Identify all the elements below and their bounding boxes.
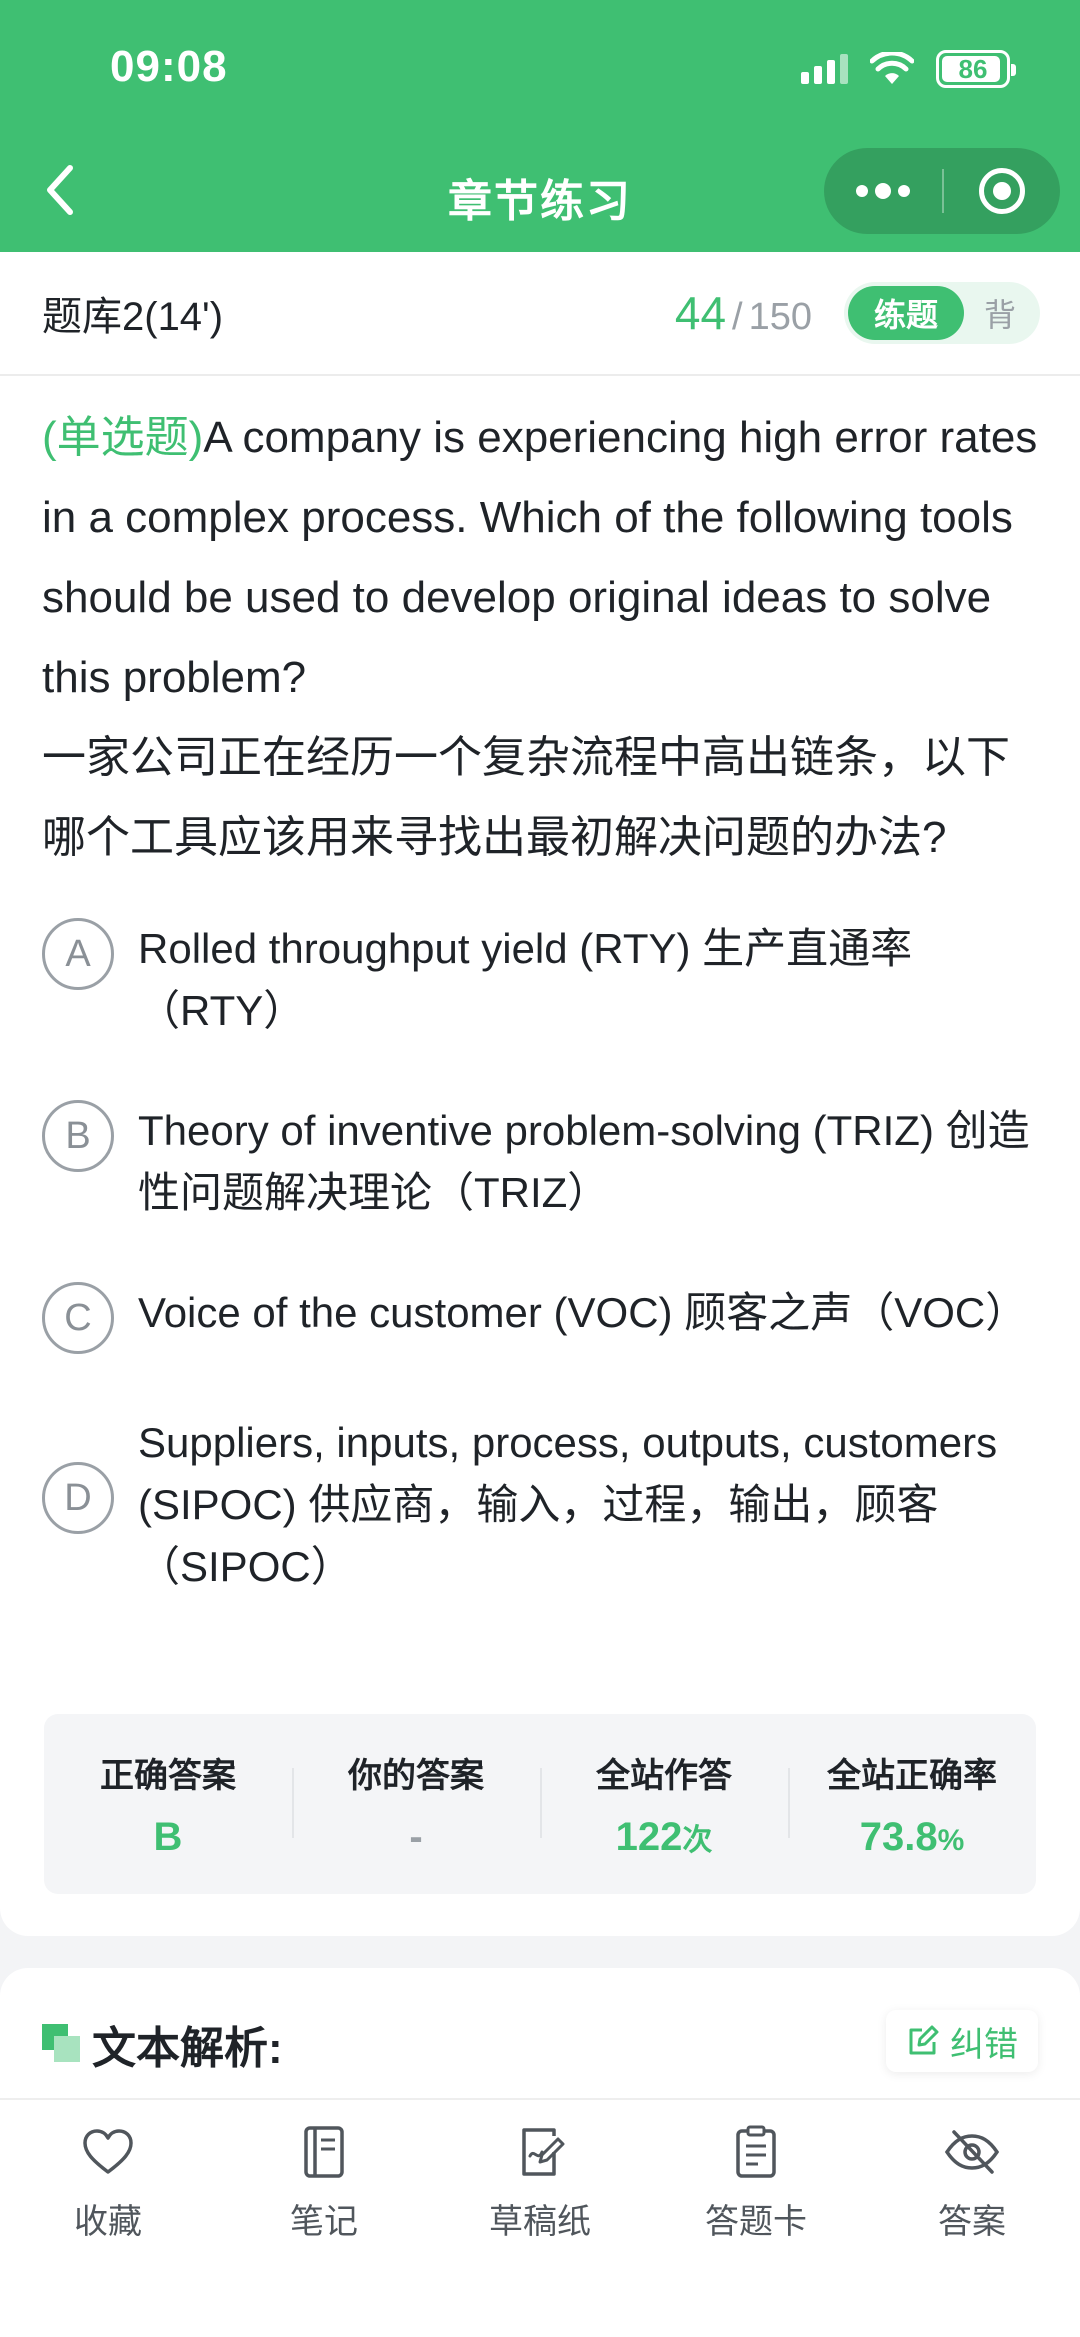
clipboard-icon	[736, 2125, 776, 2178]
cellular-signal-icon	[801, 54, 848, 84]
app-header: 09:08 86 章节练习	[0, 0, 1080, 252]
section-marker-icon	[42, 2024, 82, 2064]
stat-correct-answer: 正确答案 B	[44, 1748, 292, 1860]
eye-off-icon	[944, 2130, 1000, 2174]
option-letter: A	[42, 918, 114, 990]
stat-your-answer: 你的答案 -	[292, 1748, 540, 1860]
question-subheader: 题库2(14') 44 / 150 练题 背	[0, 252, 1080, 376]
notebook-icon	[304, 2126, 344, 2178]
your-answer-value: -	[409, 1815, 423, 1859]
question-progress[interactable]: 44 / 150	[675, 286, 812, 340]
close-miniprogram-button[interactable]	[944, 148, 1060, 234]
answer-options: A Rolled throughput yield (RTY) 生产直通率（RT…	[0, 918, 1080, 1598]
accuracy-unit: %	[937, 1824, 965, 1857]
attempts-unit: 次	[682, 1824, 713, 1857]
tab-label: 收藏	[74, 2203, 142, 2241]
tab-label: 草稿纸	[489, 2203, 591, 2241]
status-icons: 86	[801, 50, 1016, 88]
mode-toggle: 练题 背	[844, 282, 1040, 344]
correct-answer-value: B	[153, 1815, 183, 1859]
question-bank-title: 题库2(14')	[42, 295, 224, 339]
target-icon	[979, 168, 1025, 214]
option-letter: C	[42, 1282, 114, 1354]
more-dot-icon	[875, 183, 891, 199]
wifi-icon	[870, 52, 914, 84]
attempts-number: 122	[615, 1815, 683, 1859]
question-text-zh: 一家公司正在经历一个复杂流程中高出链条，以下哪个工具应该用来寻找出最初解决问题的…	[42, 733, 1010, 862]
tab-scratch-paper[interactable]: 草稿纸	[450, 2122, 630, 2337]
stat-label: 全站作答	[596, 1757, 732, 1795]
option-a[interactable]: A Rolled throughput yield (RTY) 生产直通率（RT…	[0, 918, 1080, 1042]
tab-favorite[interactable]: 收藏	[18, 2122, 198, 2337]
site-attempts-value: 122次	[540, 1815, 788, 1860]
battery-icon: 86	[936, 50, 1016, 88]
heart-icon	[83, 2129, 133, 2174]
accuracy-number: 73.8	[859, 1815, 938, 1859]
stat-site-accuracy: 全站正确率 73.8%	[788, 1748, 1036, 1860]
more-button[interactable]	[824, 148, 942, 234]
option-text: Suppliers, inputs, process, outputs, cus…	[138, 1419, 998, 1590]
tab-answer-card[interactable]: 答题卡	[666, 2122, 846, 2337]
tab-notes[interactable]: 笔记	[234, 2122, 414, 2337]
status-time: 09:08	[110, 42, 228, 91]
analysis-section: 文本解析: 纠错	[0, 1968, 1080, 2098]
report-error-label: 纠错	[950, 2025, 1018, 2064]
tab-label: 笔记	[290, 2203, 358, 2241]
stat-label: 全站正确率	[827, 1757, 997, 1795]
more-dot-icon	[856, 185, 868, 197]
option-text: Theory of inventive problem-solving (TRI…	[138, 1107, 1030, 1216]
option-text: Rolled throughput yield (RTY) 生产直通率（RTY）	[138, 925, 913, 1034]
miniprogram-capsule	[824, 148, 1060, 234]
option-c[interactable]: C Voice of the customer (VOC) 顾客之声（VOC）	[0, 1282, 1080, 1354]
answer-stats-panel: 正确答案 B 你的答案 - 全站作答 122次 全站正确率 73.8%	[44, 1714, 1036, 1894]
stat-label: 正确答案	[100, 1757, 236, 1795]
total-question-count: 150	[748, 296, 812, 338]
more-dot-icon	[898, 185, 910, 197]
tab-answer[interactable]: 答案	[882, 2122, 1062, 2337]
question-type: (单选题)	[42, 413, 204, 462]
option-letter: B	[42, 1100, 114, 1172]
question-stem: (单选题)A company is experiencing high erro…	[0, 376, 1080, 878]
mode-practice-button[interactable]: 练题	[848, 286, 964, 340]
tab-label: 答案	[938, 2203, 1006, 2241]
bottom-tab-bar: 收藏 笔记 草稿纸 答题卡 答案	[0, 2098, 1080, 2337]
site-accuracy-value: 73.8%	[788, 1815, 1036, 1860]
mode-recite-button[interactable]: 背	[964, 290, 1036, 336]
stat-label: 你的答案	[348, 1757, 484, 1795]
battery-level: 86	[958, 53, 988, 84]
stat-site-attempts: 全站作答 122次	[540, 1748, 788, 1860]
tab-label: 答题卡	[705, 2203, 807, 2241]
question-card: 题库2(14') 44 / 150 练题 背 (单选题)A company is…	[0, 252, 1080, 1936]
progress-separator: /	[732, 296, 743, 338]
draft-paper-icon	[522, 2128, 565, 2176]
report-error-button[interactable]: 纠错	[886, 2010, 1038, 2072]
current-question-number: 44	[674, 287, 727, 339]
option-letter: D	[42, 1462, 114, 1534]
edit-icon	[909, 2025, 939, 2055]
option-b[interactable]: B Theory of inventive problem-solving (T…	[0, 1100, 1080, 1224]
analysis-title: 文本解析:	[92, 2024, 283, 2073]
option-d[interactable]: D Suppliers, inputs, process, outputs, c…	[0, 1412, 1080, 1598]
option-text: Voice of the customer (VOC) 顾客之声（VOC）	[138, 1289, 1028, 1336]
